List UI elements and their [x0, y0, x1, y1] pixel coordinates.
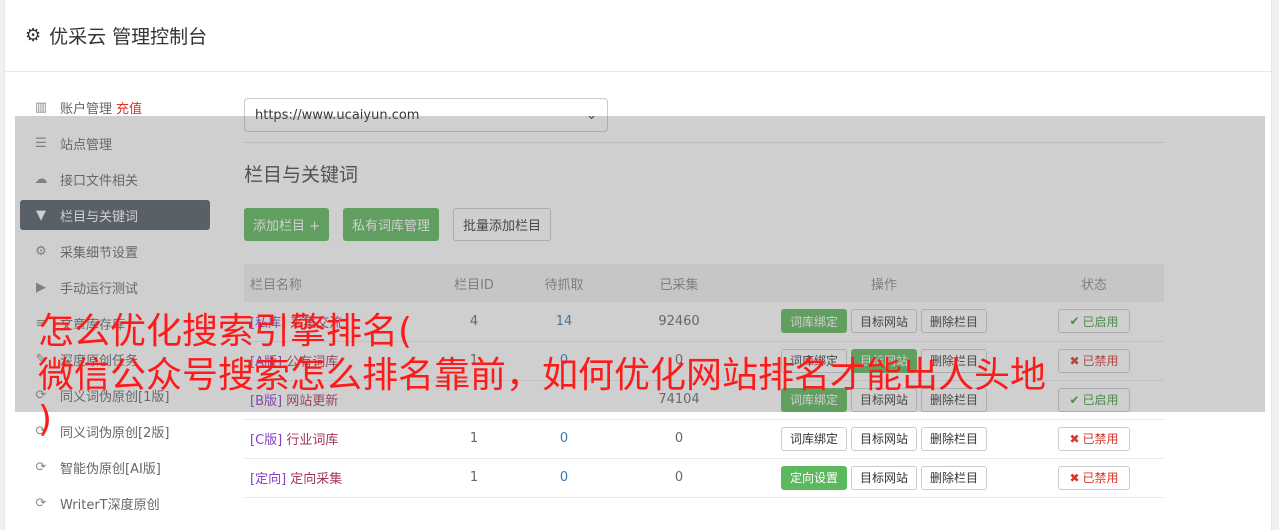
cell-collected: 0	[674, 470, 684, 485]
status-toggle[interactable]: ✖ 已禁用	[1058, 465, 1130, 490]
sidebar-item-label: WriterT深度原创	[60, 497, 160, 513]
lexicon-bind-button[interactable]: 定向设置	[780, 465, 847, 490]
cell-id: 1	[469, 470, 479, 485]
cell-name[interactable]: [定向] 定向采集	[244, 458, 434, 497]
cross-icon: ✖	[1069, 470, 1080, 485]
delete-column-button[interactable]: 删除栏目	[921, 465, 988, 490]
header: ⚙ 优采云 管理控制台	[5, 0, 1271, 72]
sidebar-item-label: 智能伪原创[AI版]	[60, 461, 161, 477]
cell-ops: 定向设置 目标网站 删除栏目	[744, 458, 1024, 497]
cell-pending[interactable]: 0	[514, 458, 614, 497]
gear-icon: ⚙	[25, 25, 42, 46]
bar-chart-icon: ▥	[34, 99, 48, 115]
column-tag: [定向]	[250, 472, 287, 487]
overlay-line-2: 微信公众号搜索怎么排名靠前，如何优化网站排名才能出人头地	[38, 355, 1047, 396]
target-site-button[interactable]: 目标网站	[850, 465, 917, 490]
refresh-icon: ⟳	[35, 495, 47, 511]
refresh-icon: ⟳	[35, 459, 47, 475]
sidebar-item[interactable]: ⟳ 智能伪原创[AI版]	[20, 452, 210, 482]
overlay-line-1: 怎么优化搜索引擎排名(	[38, 311, 413, 352]
recharge-link[interactable]: 充值	[116, 98, 142, 117]
overlay-headline: 怎么优化搜索引擎排名( 微信公众号搜索怎么排名靠前，如何优化网站排名才能出人头地…	[38, 310, 1258, 442]
sidebar-item-label: 账户管理	[60, 101, 113, 117]
overlay-line-3: )	[38, 399, 53, 440]
status-label: 已禁用	[1082, 471, 1119, 485]
table-row: [定向] 定向采集 1 0 0 定向设置 目标网站 删除栏目 ✖ 已禁用	[244, 458, 1164, 497]
page-title: 优采云 管理控制台	[49, 26, 208, 48]
cell-status: ✖ 已禁用	[1024, 458, 1164, 497]
column-name: 定向采集	[290, 472, 343, 487]
sidebar-item[interactable]: ⟳ WriterT深度原创	[20, 488, 210, 518]
